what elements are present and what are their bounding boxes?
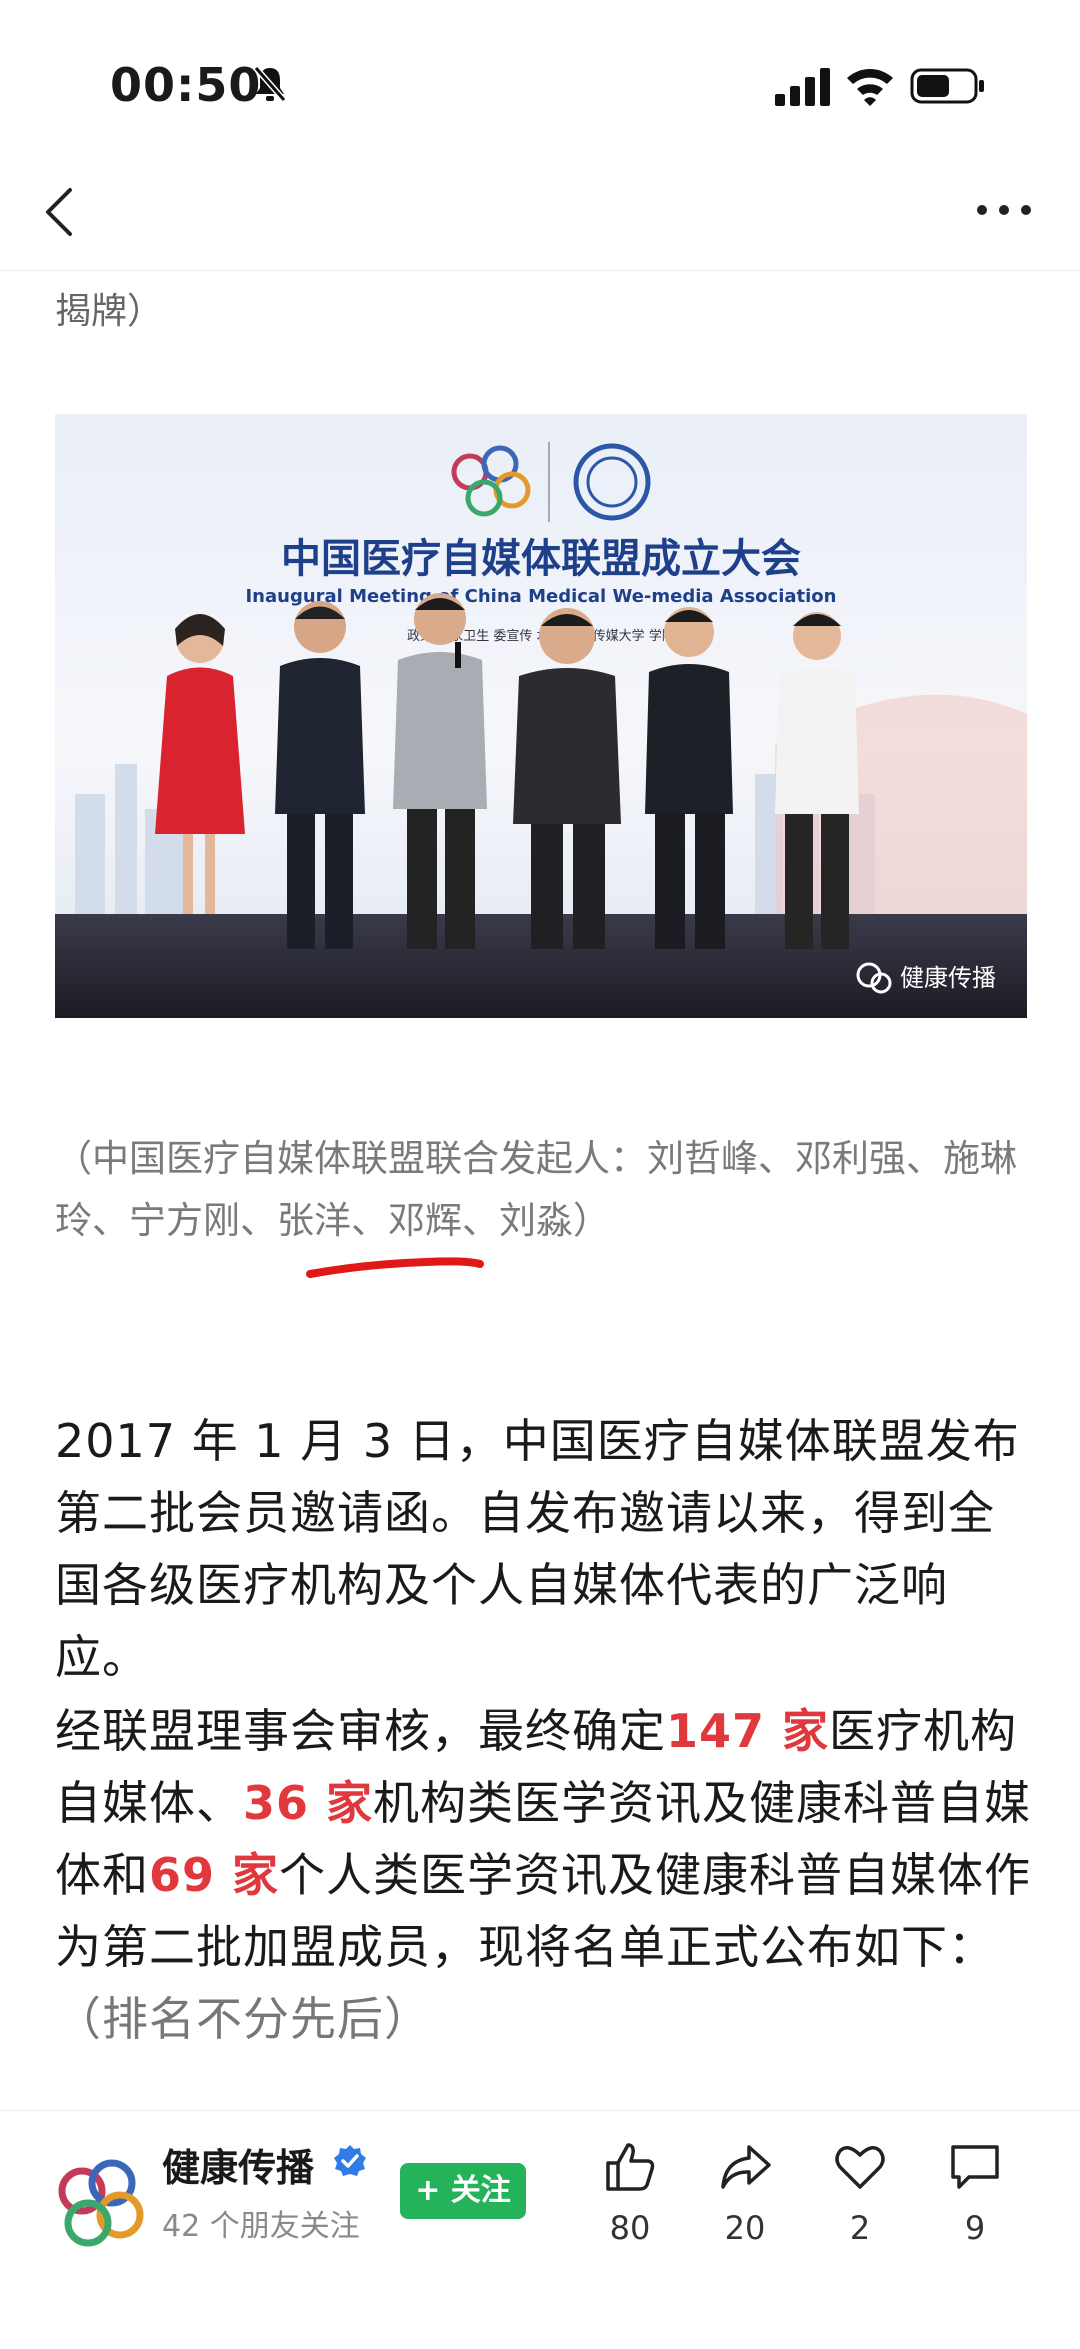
para2-text-1: 经联盟理事会审核，最终确定: [55, 1704, 666, 1758]
signal-icon: [775, 68, 830, 106]
favorite-count: 2: [849, 2209, 871, 2247]
silent-bell-icon: [253, 66, 287, 102]
article-paragraph-1: 2017 年 1 月 3 日，中国医疗自媒体联盟发布第二批会员邀请函。自发布邀请…: [55, 1414, 1020, 1684]
verified-badge-icon: [334, 2145, 366, 2176]
heart-icon: [835, 2146, 885, 2189]
favorite-action[interactable]: 2: [815, 2139, 905, 2247]
photo-caption: （中国医疗自媒体联盟联合发起人：刘哲峰、邓利强、施琳玲、宁方刚、张洋、邓辉、刘淼…: [55, 1137, 1017, 1242]
red-underline-annotation: [306, 1257, 484, 1278]
comment-icon: [951, 2145, 999, 2189]
share-icon: [721, 2145, 771, 2189]
like-count: 80: [609, 2209, 651, 2247]
comment-count: 9: [964, 2209, 986, 2247]
like-action[interactable]: 80: [585, 2139, 675, 2247]
previous-caption-fragment: 揭牌）: [55, 291, 164, 332]
back-arrow-icon[interactable]: [40, 182, 80, 242]
highlight-count-36: 36 家: [243, 1776, 374, 1830]
battery-icon: [910, 68, 984, 104]
article-photo[interactable]: 中国医疗自媒体联盟成立大会 Inaugural Meeting of China…: [55, 414, 1027, 1018]
bottom-action-bar: 健康传播 42 个朋友关注 + 关注 80 20 2 9: [0, 2110, 1080, 2349]
status-bar: 00:50: [0, 0, 1080, 170]
share-action[interactable]: 20: [700, 2139, 790, 2247]
status-time: 00:50: [110, 58, 262, 112]
photo-watermark: 健康传播: [900, 964, 996, 992]
highlight-count-69: 69 家: [149, 1848, 280, 1902]
share-count: 20: [724, 2209, 766, 2247]
account-name[interactable]: 健康传播: [162, 2137, 314, 2192]
article-paragraph-2: 经联盟理事会审核，最终确定147 家医疗机构自媒体、36 家机构类医学资讯及健康…: [55, 1695, 1035, 2055]
top-nav-bar: [0, 170, 1080, 271]
banner-title-en: Inaugural Meeting of China Medical We-me…: [245, 586, 836, 607]
more-options-icon[interactable]: [976, 200, 1032, 220]
para2-note: （排名不分先后）: [55, 1992, 431, 2046]
thumbs-up-icon: [606, 2143, 655, 2191]
event-photo-illustration: 中国医疗自媒体联盟成立大会 Inaugural Meeting of China…: [55, 414, 1027, 1018]
wifi-icon: [847, 69, 893, 106]
friends-following-count: 42 个朋友关注: [162, 2209, 360, 2244]
account-avatar[interactable]: [50, 2153, 150, 2253]
comment-action[interactable]: 9: [930, 2139, 1020, 2247]
follow-button[interactable]: + 关注: [400, 2163, 526, 2219]
highlight-count-147: 147 家: [666, 1704, 830, 1758]
banner-title-cn: 中国医疗自媒体联盟成立大会: [281, 536, 801, 582]
